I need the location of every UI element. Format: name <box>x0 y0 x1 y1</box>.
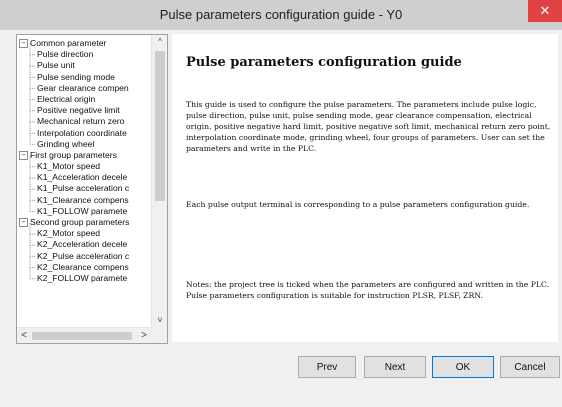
tree-leaf-node[interactable]: Electrical origin <box>17 94 150 105</box>
collapse-icon[interactable]: − <box>19 150 28 160</box>
scroll-left-icon[interactable]: < <box>17 328 31 343</box>
collapse-icon[interactable]: − <box>19 218 28 228</box>
tree-leaf-node[interactable]: K2_Pulse acceleration c <box>17 251 150 262</box>
guide-paragraph-terminal: Each pulse output terminal is correspond… <box>186 200 530 209</box>
tree-node-label: K2_Pulse acceleration c <box>37 250 130 261</box>
vertical-scroll-thumb[interactable] <box>155 51 165 201</box>
tree-leaf-node[interactable]: K2_Motor speed <box>17 228 150 239</box>
tree-node-label: K1_Acceleration decele <box>37 172 128 183</box>
horizontal-scroll-thumb[interactable] <box>32 332 132 340</box>
close-button[interactable]: ✕ <box>528 0 562 22</box>
guide-content-panel: Pulse parameters configuration guide Thi… <box>172 34 558 342</box>
window-title: Pulse parameters configuration guide - Y… <box>159 7 403 22</box>
tree-leaf-node[interactable]: K1_FOLLOW paramete <box>17 206 150 217</box>
tree-node-label: K1_Motor speed <box>37 161 101 172</box>
tree-leaf-node[interactable]: K1_Clearance compens <box>17 195 150 206</box>
tree-leaf-node[interactable]: Positive negative limit <box>17 105 150 116</box>
tree-node-label: Common parameter <box>30 38 107 48</box>
tree-vertical-scrollbar[interactable]: ^ v <box>151 35 167 327</box>
tree-leaf-node[interactable]: K1_Acceleration decele <box>17 172 150 183</box>
scroll-down-icon[interactable]: v <box>152 313 167 327</box>
tree-node-label: K1_Clearance compens <box>37 194 129 205</box>
tree-leaf-node[interactable]: Pulse sending mode <box>17 72 150 83</box>
tree-node-label: K2_Acceleration decele <box>37 239 128 250</box>
tree-leaf-node[interactable]: Grinding wheel <box>17 139 150 150</box>
tree-leaf-node[interactable]: K2_FOLLOW paramete <box>17 273 150 284</box>
guide-paragraph-intro: This guide is used to configure the puls… <box>186 100 551 153</box>
tree-leaf-node[interactable]: Pulse unit <box>17 60 150 71</box>
scroll-right-icon[interactable]: > <box>137 328 151 343</box>
tree-leaf-node[interactable]: Mechanical return zero <box>17 116 150 127</box>
cancel-button[interactable]: Cancel <box>500 356 560 378</box>
parameter-tree[interactable]: − Common parameter Pulse direction Pulse un… <box>16 34 168 344</box>
tree-node-label: K2_Motor speed <box>37 228 101 239</box>
tree-node-label: Mechanical return zero <box>37 116 125 127</box>
tree-node-label: Electrical origin <box>37 93 96 104</box>
prev-button[interactable]: Prev <box>298 356 356 378</box>
scroll-up-icon[interactable]: ^ <box>152 35 167 49</box>
tree-group-node[interactable]: − First group parameters <box>17 150 150 161</box>
tree-node-label: K2_Clearance compens <box>37 261 129 272</box>
tree-leaf-node[interactable]: K1_Motor speed <box>17 161 150 172</box>
tree-node-label: Positive negative limit <box>37 105 120 116</box>
title-bar: Pulse parameters configuration guide - Y… <box>0 0 562 30</box>
tree-leaf-node[interactable]: Interpolation coordinate <box>17 128 150 139</box>
tree-node-label: Grinding wheel <box>37 138 95 149</box>
guide-heading: Pulse parameters configuration guide <box>186 55 462 70</box>
tree-node-label: First group parameters <box>30 149 117 160</box>
tree-node-label: Pulse sending mode <box>37 71 115 82</box>
tree-leaf-node[interactable]: K2_Acceleration decele <box>17 239 150 250</box>
tree-node-label: Gear clearance compen <box>37 82 129 93</box>
tree-horizontal-scrollbar[interactable]: < > <box>17 327 151 343</box>
tree-node-label: Pulse direction <box>37 49 94 60</box>
scrollbar-corner <box>151 327 167 343</box>
next-button[interactable]: Next <box>364 356 426 378</box>
tree-node-label: K2_FOLLOW paramete <box>37 272 128 283</box>
tree-node-label: Interpolation coordinate <box>37 127 127 138</box>
tree-leaf-node[interactable]: K1_Pulse acceleration c <box>17 183 150 194</box>
tree-node-label: Second group parameters <box>30 217 130 227</box>
tree-leaf-node[interactable]: Gear clearance compen <box>17 83 150 94</box>
tree-node-label: K1_Pulse acceleration c <box>37 183 130 194</box>
tree-node-label: Pulse unit <box>37 60 75 71</box>
tree-leaf-node[interactable]: Pulse direction <box>17 49 150 60</box>
ok-button[interactable]: OK <box>432 356 494 378</box>
tree-group-node[interactable]: − Common parameter <box>17 38 150 49</box>
tree-leaf-node[interactable]: K2_Clearance compens <box>17 262 150 273</box>
tree-list: − Common parameter Pulse direction Pulse un… <box>17 35 150 284</box>
close-icon: ✕ <box>539 3 551 18</box>
tree-group-node[interactable]: − Second group parameters <box>17 217 150 228</box>
collapse-icon[interactable]: − <box>19 39 28 49</box>
guide-paragraph-notes: Notes: the project tree is ticked when t… <box>186 280 550 300</box>
tree-node-label: K1_FOLLOW paramete <box>37 205 128 216</box>
